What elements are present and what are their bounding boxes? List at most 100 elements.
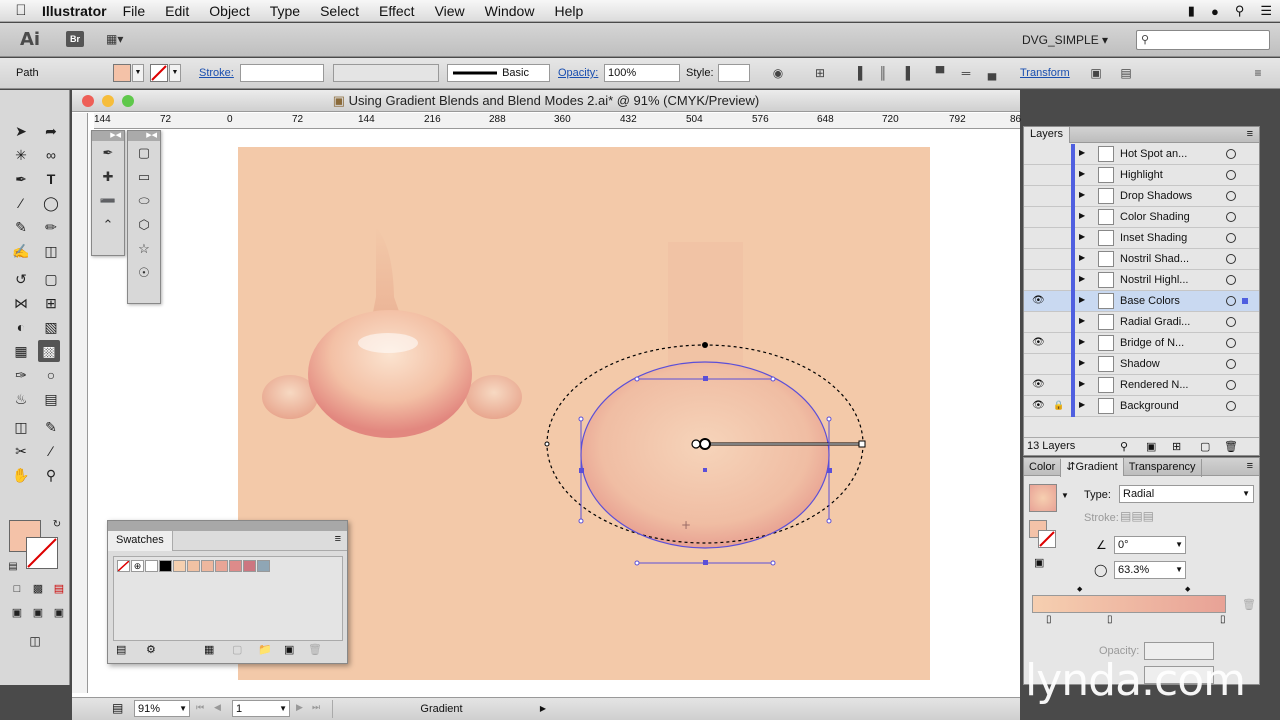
- menu-edit[interactable]: Edit: [165, 3, 189, 19]
- layer-target-icon[interactable]: [1226, 359, 1236, 369]
- menu-window[interactable]: Window: [485, 3, 535, 19]
- column-graph-tool-icon[interactable]: ▤: [40, 388, 62, 410]
- layer-row[interactable]: ▶ Color Shading: [1024, 207, 1259, 228]
- expand-triangle-icon[interactable]: ▶: [1079, 337, 1085, 346]
- handle-point[interactable]: [770, 560, 776, 566]
- layer-target-icon[interactable]: [1226, 191, 1236, 201]
- rotate-tool-icon[interactable]: ↺: [10, 268, 32, 290]
- isolate-object-icon[interactable]: ▣: [1088, 65, 1104, 81]
- layer-row[interactable]: ▶ Nostril Shad...: [1024, 249, 1259, 270]
- fill-dropdown[interactable]: ▼: [132, 64, 144, 82]
- align-left-icon[interactable]: ▐: [850, 65, 866, 81]
- blob-brush-tool-icon[interactable]: ✍: [10, 240, 32, 262]
- handle-point[interactable]: [634, 376, 640, 382]
- new-swatch-icon[interactable]: ▣: [284, 643, 294, 656]
- menu-type[interactable]: Type: [270, 3, 300, 19]
- layer-row[interactable]: ▶ Inset Shading: [1024, 228, 1259, 249]
- gradient-origin-handle[interactable]: [699, 438, 711, 450]
- gradient-thumbnail[interactable]: [1029, 484, 1057, 512]
- aspect-ratio-field[interactable]: 63.3% ▼: [1114, 561, 1186, 579]
- registration-swatch[interactable]: ⊕: [131, 560, 144, 572]
- delete-stop-icon[interactable]: 🗑: [1242, 598, 1256, 611]
- gradient-slider[interactable]: [1032, 595, 1226, 613]
- swatch-color[interactable]: [159, 560, 172, 572]
- handle-point[interactable]: [826, 518, 832, 524]
- convert-anchor-point-icon[interactable]: ⌃: [96, 213, 120, 237]
- new-layer-icon[interactable]: ▢: [1200, 440, 1210, 453]
- vertical-ruler[interactable]: [72, 113, 88, 693]
- eraser-tool-icon[interactable]: ◫: [40, 240, 62, 262]
- panel-menu-icon[interactable]: ≡: [1247, 460, 1253, 472]
- align-top-icon[interactable]: ▀: [932, 65, 948, 81]
- layer-name[interactable]: Inset Shading: [1120, 232, 1220, 244]
- layer-target-icon[interactable]: [1226, 296, 1236, 306]
- layer-target-icon[interactable]: [1226, 275, 1236, 285]
- pen-tool-icon[interactable]: ✒: [96, 141, 120, 165]
- visibility-eye-icon[interactable]: 👁: [1032, 400, 1045, 412]
- tab-gradient[interactable]: ⇵Gradient: [1061, 458, 1124, 476]
- recolor-artwork-icon[interactable]: ◉: [770, 65, 786, 81]
- panel-menu-icon[interactable]: ≡: [1247, 128, 1253, 140]
- gradient-stop-icon[interactable]: ▯: [1046, 614, 1052, 625]
- angle-field[interactable]: 0° ▼: [1114, 536, 1186, 554]
- make-clipping-mask-icon[interactable]: ▣: [1146, 440, 1156, 453]
- layer-name[interactable]: Bridge of N...: [1120, 337, 1220, 349]
- zoom-level-field[interactable]: 91% ▼: [134, 700, 190, 717]
- lock-icon[interactable]: [1053, 190, 1063, 202]
- layer-target-icon[interactable]: [1226, 401, 1236, 411]
- width-tool-icon[interactable]: ⋈: [10, 292, 32, 314]
- star-tool-icon[interactable]: ☆: [132, 237, 156, 261]
- lock-icon[interactable]: [1053, 253, 1063, 265]
- align-to-icon[interactable]: ⊞: [812, 65, 828, 81]
- visibility-eye-icon[interactable]: [1032, 169, 1044, 181]
- layer-name[interactable]: Radial Gradi...: [1120, 316, 1220, 328]
- layer-target-icon[interactable]: [1226, 149, 1236, 159]
- layer-row[interactable]: ▶ Drop Shadows: [1024, 186, 1259, 207]
- none-swatch[interactable]: [117, 560, 130, 572]
- type-tool-icon[interactable]: T: [40, 168, 62, 190]
- last-artboard-icon[interactable]: ⏭: [312, 702, 320, 713]
- graphic-style-picker[interactable]: [718, 64, 750, 82]
- locate-object-icon[interactable]: ⚲: [1120, 440, 1128, 453]
- magic-wand-tool-icon[interactable]: ✳: [10, 144, 32, 166]
- edit-options-icon[interactable]: ▤: [1118, 65, 1134, 81]
- swatch-color[interactable]: [201, 560, 214, 572]
- tab-layers[interactable]: Layers: [1024, 127, 1071, 143]
- status-tool-display[interactable]: Gradient ▶: [332, 700, 550, 718]
- expand-triangle-icon[interactable]: ▶: [1079, 253, 1085, 262]
- tab-transparency[interactable]: Transparency: [1124, 459, 1202, 477]
- reverse-gradient-icon[interactable]: ▣: [1034, 556, 1044, 569]
- fill-swatch[interactable]: [113, 64, 131, 82]
- handle-point[interactable]: [578, 518, 584, 524]
- artboard-tool-icon[interactable]: ◫: [10, 416, 32, 438]
- opacity-field[interactable]: 100%: [604, 64, 680, 82]
- rounded-rectangle-tool-icon[interactable]: ▭: [132, 165, 156, 189]
- swatch-options-icon[interactable]: ▢: [232, 643, 242, 656]
- layer-name[interactable]: Nostril Highl...: [1120, 274, 1220, 286]
- next-artboard-icon[interactable]: ▶: [296, 702, 303, 713]
- default-colors-icon[interactable]: ▤: [2, 556, 24, 578]
- notification-list-icon[interactable]: ☰: [1260, 3, 1272, 19]
- layer-row[interactable]: ▶ Radial Gradi...: [1024, 312, 1259, 333]
- swatch-color[interactable]: [145, 560, 158, 572]
- gradient-end-handle[interactable]: [858, 440, 866, 448]
- visibility-eye-icon[interactable]: [1032, 232, 1044, 244]
- layer-target-icon[interactable]: [1226, 338, 1236, 348]
- stroke-weight-field[interactable]: [240, 64, 324, 82]
- visibility-eye-icon[interactable]: [1032, 358, 1044, 370]
- expand-triangle-icon[interactable]: ▶: [1079, 274, 1085, 283]
- ellipse-tool-icon[interactable]: ⬭: [132, 189, 156, 213]
- layer-row[interactable]: 👁 ▶ Base Colors: [1024, 291, 1259, 312]
- handle-point[interactable]: [634, 560, 640, 566]
- tab-swatches[interactable]: Swatches: [108, 531, 173, 551]
- apple-menu-icon[interactable]: : [0, 2, 42, 19]
- layer-name[interactable]: Nostril Shad...: [1120, 253, 1220, 265]
- expand-triangle-icon[interactable]: ▶: [1079, 211, 1085, 220]
- document-properties-icon[interactable]: ▤: [112, 701, 123, 715]
- visibility-eye-icon[interactable]: [1032, 148, 1044, 160]
- layer-name[interactable]: Background: [1120, 400, 1220, 412]
- swatch-color[interactable]: [187, 560, 200, 572]
- expand-triangle-icon[interactable]: ▶: [1079, 295, 1085, 304]
- swatch-color[interactable]: [229, 560, 242, 572]
- eyedropper-tool-icon[interactable]: ✑: [10, 364, 32, 386]
